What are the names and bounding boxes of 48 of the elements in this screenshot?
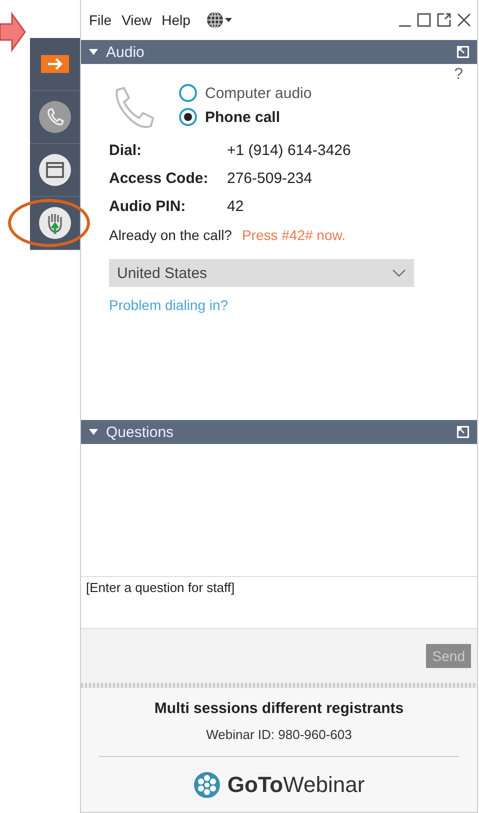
phone-button[interactable] (38, 100, 72, 134)
menu-item[interactable]: File (87, 12, 114, 28)
detail-value: 276-509-234 (227, 170, 314, 187)
menu-item[interactable]: View (120, 12, 154, 28)
webinar-id: Webinar ID: 980-960-603 (206, 727, 352, 742)
popout-icon (437, 13, 451, 27)
detail-label: Dial: (109, 142, 143, 159)
option-label: Phone call (205, 108, 280, 126)
window-icon (38, 153, 72, 187)
detail-value: 42 (227, 198, 245, 215)
country-dropdown[interactable]: United States (109, 259, 414, 287)
detail-label: Audio PIN: (109, 198, 187, 215)
globe-icon (206, 11, 224, 29)
raised-hand-icon (38, 206, 72, 240)
help-button[interactable]: ? (454, 64, 463, 86)
caret-icon (225, 18, 232, 22)
press-code-text: Press #42# now. (242, 227, 346, 243)
menu-item[interactable]: Help (160, 12, 192, 28)
pointer-arrow-icon (0, 12, 26, 52)
language-button[interactable] (206, 11, 232, 29)
section-title: Questions (106, 424, 175, 440)
section-header[interactable]: Audio (81, 40, 477, 64)
close-button[interactable] (457, 13, 471, 27)
collapse-triangle-icon (89, 429, 98, 435)
already-text: Already on the call? (109, 227, 232, 243)
phone-icon (38, 100, 72, 134)
minimize-icon (399, 25, 411, 27)
logo-wordmark: GoToWebinar (227, 772, 365, 798)
option-label: Computer audio (205, 84, 312, 102)
popout-button[interactable] (437, 13, 451, 27)
section-header[interactable]: Questions (81, 420, 477, 444)
arrow-button[interactable] (41, 55, 69, 73)
popout-icon[interactable] (457, 426, 469, 438)
section-title: Audio (106, 44, 146, 60)
webinar-title: Multi sessions different registrants (154, 700, 404, 717)
detail-value: +1 (914) 614-3426 (227, 142, 352, 159)
window-button[interactable] (38, 153, 72, 187)
popout-icon[interactable] (457, 46, 469, 58)
collapse-triangle-icon (89, 49, 98, 55)
flower-logo-icon (193, 771, 222, 799)
hand-button[interactable] (38, 206, 72, 240)
maximize-button[interactable] (417, 13, 431, 27)
radio-option[interactable]: Computer audio (179, 84, 312, 102)
radio-option[interactable]: Phone call (179, 108, 312, 126)
detail-label: Access Code: (109, 170, 210, 187)
chevron-down-icon (392, 269, 406, 277)
maximize-icon (417, 13, 431, 27)
close-icon (457, 13, 471, 27)
